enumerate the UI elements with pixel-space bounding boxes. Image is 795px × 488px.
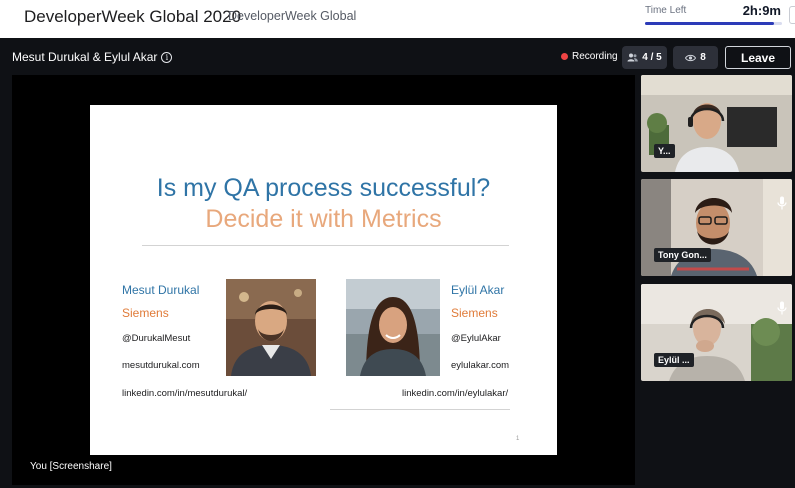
session-title-text: Mesut Durukal & Eylul Akar: [12, 50, 158, 64]
leave-button[interactable]: Leave: [725, 46, 791, 69]
speaker1-org: Siemens: [122, 306, 169, 320]
speaker2-handle: @EylulAkar: [451, 333, 501, 344]
screenshare-stage[interactable]: Is my QA process successful? Decide it w…: [12, 75, 635, 485]
speakers-count-button[interactable]: 4 / 5: [622, 46, 667, 69]
speaker2-org: Siemens: [451, 306, 498, 320]
time-left-label: Time Left: [645, 5, 687, 16]
speaker2-linkedin: linkedin.com/in/eylulakar/: [402, 388, 509, 399]
speaker1-photo: [226, 279, 316, 376]
presentation-slide: Is my QA process successful? Decide it w…: [90, 105, 557, 455]
microphone-icon: [777, 196, 787, 210]
participant-name: Y...: [654, 144, 675, 158]
participant-name: Eylül ...: [654, 353, 694, 367]
event-subtitle[interactable]: DeveloperWeek Global: [228, 9, 356, 23]
slide-page-number: 1: [516, 436, 520, 442]
event-title: DeveloperWeek Global 2020: [24, 7, 242, 26]
info-icon[interactable]: i: [161, 51, 173, 63]
speaker1-handle: @DurukalMesut: [122, 333, 191, 344]
slide-divider: [142, 245, 509, 246]
speaker1-name: Mesut Durukal: [122, 283, 200, 297]
time-progress-fill: [645, 22, 774, 25]
recording-indicator: Recording: [561, 51, 618, 62]
session-title: Mesut Durukal & Eylul Akar i: [12, 50, 173, 64]
participant-tile[interactable]: Eylül ...: [641, 284, 792, 381]
time-progress-track: [645, 22, 782, 25]
top-bar: DeveloperWeek Global 2020 DeveloperWeek …: [0, 0, 795, 38]
people-icon: [627, 53, 639, 62]
time-left-widget: Time Left 2h:9m: [642, 2, 785, 30]
time-left-value: 2h:9m: [742, 3, 781, 18]
overflow-button[interactable]: [789, 6, 795, 24]
speaker2-name: Eylül Akar: [451, 283, 505, 297]
slide-subtitle: Decide it with Metrics: [205, 205, 442, 233]
speakers-count: 4 / 5: [642, 52, 662, 63]
viewers-count: 8: [700, 52, 706, 63]
slide-title: Is my QA process successful?: [156, 174, 491, 202]
eye-icon: [685, 54, 697, 61]
participant-tile[interactable]: Tony Gon...: [641, 179, 792, 276]
speaker1-linkedin: linkedin.com/in/mesutdurukal/: [122, 388, 248, 399]
recording-dot-icon: [561, 53, 568, 60]
microphone-icon: [777, 301, 787, 315]
slide-divider-bottom: [330, 409, 510, 410]
speaker2-website: eylulakar.com: [451, 360, 510, 371]
recording-label: Recording: [572, 51, 618, 62]
speaker1-website: mesutdurukal.com: [122, 360, 200, 371]
speaker2-photo: [346, 279, 440, 376]
viewers-count-button[interactable]: 8: [673, 46, 718, 69]
participant-name: Tony Gon...: [654, 248, 711, 262]
participant-tile[interactable]: Y...: [641, 75, 792, 172]
stage-owner-label: You [Screenshare]: [30, 461, 112, 472]
